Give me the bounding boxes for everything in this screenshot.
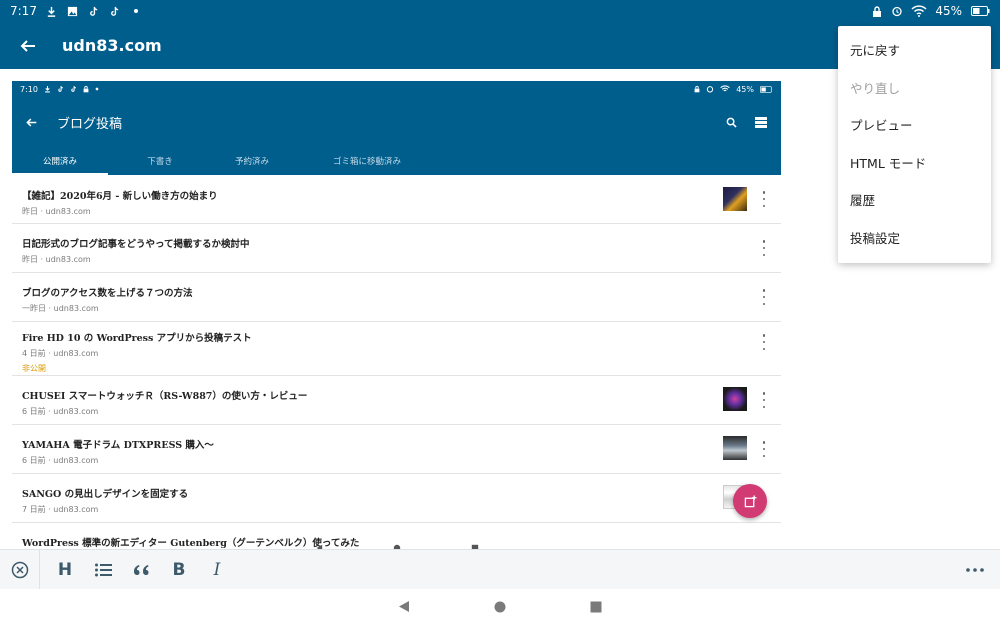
post-meta: 7 日前 · udn83.com (22, 505, 99, 514)
post-title: ブログのアクセス数を上げる７つの方法 (22, 288, 193, 299)
tab-published: 公開済み (12, 147, 108, 175)
tiktok-icon (71, 86, 76, 92)
close-circle-icon (11, 561, 28, 578)
arrow-back-icon (26, 118, 37, 126)
post-meta: 4 日前 · udn83.com (22, 349, 99, 358)
post-title: 日記形式のブログ記事をどうやって掲載するか検討中 (22, 239, 250, 250)
post-list-item: ブログのアクセス数を上げる７つの方法 一昨日 · udn83.com (12, 273, 781, 322)
lock-icon (871, 5, 883, 17)
more-vert-icon (761, 240, 767, 256)
embedded-battery-percent: 45% (736, 84, 754, 94)
alarm-icon (707, 86, 714, 93)
battery-percent: 45% (935, 4, 962, 18)
image-icon (67, 5, 79, 17)
menu-item-preview[interactable]: プレビュー (838, 106, 991, 144)
embedded-status-time: 7:10 (20, 84, 38, 94)
search-icon (726, 117, 737, 128)
site-title: udn83.com (62, 36, 162, 55)
private-status-label: 非公開 (22, 364, 46, 373)
menu-item-history[interactable]: 履歴 (838, 181, 991, 219)
embedded-screenshot-image[interactable]: 7:10 45% ブログ投稿 公開済み 下書き 予約済み ゴミ箱に移動済み 【雑… (12, 81, 781, 549)
tab-scheduled: 予約済み (234, 157, 269, 167)
quote-icon (134, 564, 149, 575)
more-options-button[interactable] (950, 550, 1000, 590)
lock-icon (694, 85, 700, 93)
alarm-icon (891, 5, 903, 17)
nav-back-button[interactable] (398, 598, 410, 617)
tab-trashed: ゴミ箱に移動済み (332, 157, 401, 167)
screen: 7:17 45% udn83.com 7:10 45% ブログ投稿 公開済み 下… (0, 0, 1000, 625)
list-icon (94, 563, 112, 576)
tiktok-icon (88, 5, 100, 17)
tab-drafts: 下書き (147, 157, 173, 167)
post-thumbnail (723, 436, 747, 460)
post-list-item: YAMAHA 電子ドラム DTXPRESS 購入～ 6 日前 · udn83.c… (12, 425, 781, 474)
post-title: Fire HD 10 の WordPress アプリから投稿テスト (22, 333, 252, 344)
download-icon (46, 5, 58, 17)
download-icon (45, 86, 50, 93)
embedded-system-nav (12, 541, 781, 549)
embedded-tabs: 公開済み 下書き 予約済み ゴミ箱に移動済み (12, 147, 781, 175)
lock-icon (83, 85, 89, 93)
wifi-icon (720, 85, 730, 92)
post-list-item: 日記形式のブログ記事をどうやって掲載するか検討中 昨日 · udn83.com (12, 224, 781, 273)
post-thumbnail (723, 187, 747, 211)
new-post-fab (733, 484, 767, 518)
post-list-item: CHUSEI スマートウォッチＲ（RS-W887）の使い方・レビュー 6 日前 … (12, 376, 781, 425)
embedded-page-title: ブログ投稿 (57, 116, 123, 132)
wifi-icon (911, 5, 927, 17)
list-button[interactable] (84, 550, 122, 590)
menu-item-undo[interactable]: 元に戻す (838, 31, 991, 69)
more-vert-icon (761, 334, 767, 350)
list-view-icon (755, 116, 767, 128)
format-toolbar: H B I (0, 549, 1000, 590)
menu-item-redo[interactable]: やり直し (838, 69, 991, 107)
post-meta: 6 日前 · udn83.com (22, 407, 99, 416)
post-meta: 昨日 · udn83.com (22, 207, 91, 216)
status-time: 7:17 (10, 4, 37, 18)
more-vert-icon (761, 392, 767, 408)
tiktok-icon (58, 86, 63, 92)
embedded-app-bar: ブログ投稿 (12, 97, 781, 147)
battery-icon (970, 5, 990, 17)
post-title: YAMAHA 電子ドラム DTXPRESS 購入～ (22, 440, 214, 451)
bold-button[interactable]: B (160, 550, 198, 590)
notification-dot-icon (95, 87, 99, 91)
nav-home-button[interactable] (494, 598, 506, 617)
heading-button[interactable]: H (46, 550, 84, 590)
post-list-item: 【雑記】2020年6月 - 新しい働き方の始まり 昨日 · udn83.com (12, 175, 781, 224)
status-bar: 7:17 45% (0, 0, 1000, 22)
post-thumbnail (723, 387, 747, 411)
nav-home-icon (494, 601, 506, 612)
nav-recents-icon (590, 601, 602, 612)
menu-item-post-settings[interactable]: 投稿設定 (838, 219, 991, 257)
post-title: SANGO の見出しデザインを固定する (22, 489, 189, 500)
nav-recents-button[interactable] (590, 598, 602, 617)
post-title: 【雑記】2020年6月 - 新しい働き方の始まり (22, 191, 218, 202)
post-meta: 6 日前 · udn83.com (22, 456, 99, 465)
notification-dot-icon (130, 5, 142, 17)
post-meta: 一昨日 · udn83.com (22, 304, 99, 313)
post-list-item: SANGO の見出しデザインを固定する 7 日前 · udn83.com (12, 474, 781, 523)
back-button[interactable] (0, 22, 56, 69)
embedded-status-bar: 7:10 45% (12, 81, 781, 97)
more-vert-icon (761, 441, 767, 457)
system-nav-bar (0, 589, 1000, 625)
battery-icon (760, 85, 772, 93)
menu-item-html-mode[interactable]: HTML モード (838, 144, 991, 182)
close-toolbar-button[interactable] (0, 549, 40, 590)
more-horiz-icon (966, 567, 984, 572)
post-title: CHUSEI スマートウォッチＲ（RS-W887）の使い方・レビュー (22, 391, 308, 402)
more-vert-icon (761, 289, 767, 305)
quote-button[interactable] (122, 550, 160, 590)
italic-button[interactable]: I (198, 550, 236, 590)
more-vert-icon (761, 191, 767, 207)
nav-back-icon (399, 600, 409, 612)
post-meta: 昨日 · udn83.com (22, 255, 91, 264)
overflow-menu: 元に戻す やり直し プレビュー HTML モード 履歴 投稿設定 (838, 26, 991, 263)
post-list-item: Fire HD 10 の WordPress アプリから投稿テスト 4 日前 ·… (12, 322, 781, 376)
add-post-icon (744, 494, 757, 507)
arrow-back-icon (20, 39, 35, 52)
tiktok-icon (109, 5, 121, 17)
